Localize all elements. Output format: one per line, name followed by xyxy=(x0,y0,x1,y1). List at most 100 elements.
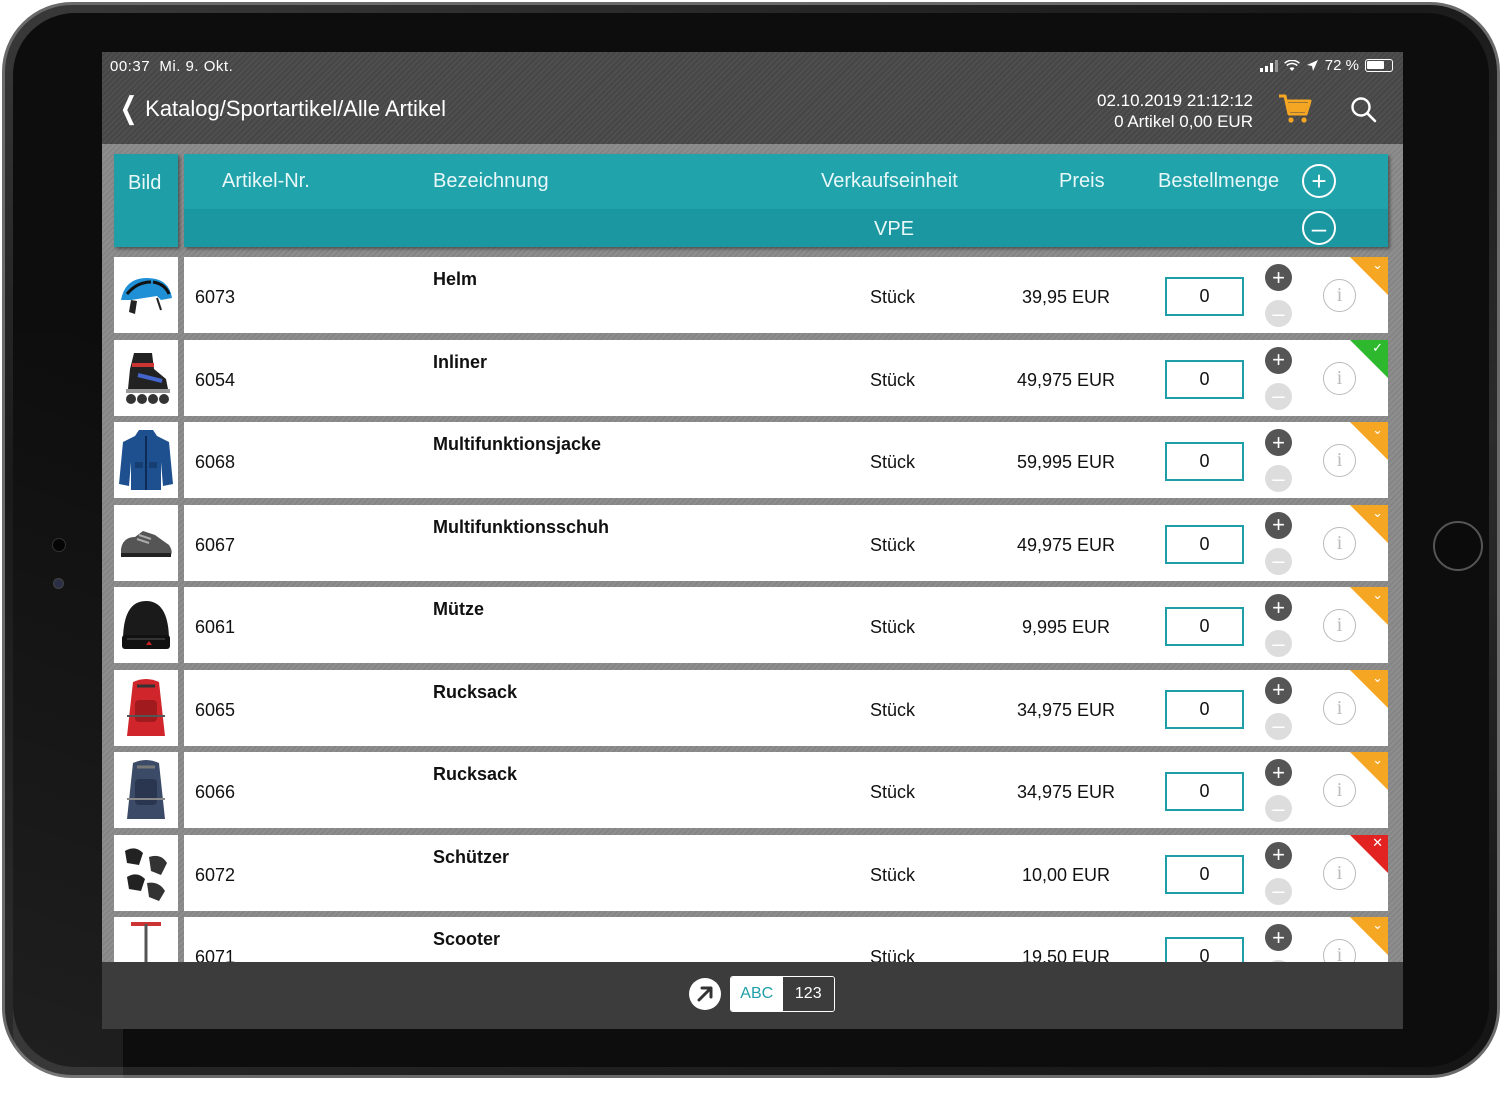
row-content: 6067 Multifunktionsschuh Stück 49,975 EUR 0 +… xyxy=(184,504,1388,581)
quantity-input[interactable]: 0 xyxy=(1165,607,1244,646)
decrease-button[interactable]: – xyxy=(1265,465,1292,492)
wifi-icon xyxy=(1283,59,1300,71)
row-content: 6073 Helm Stück 39,95 EUR 0 + – i ⌄ xyxy=(184,257,1388,333)
sales-unit: Stück xyxy=(870,864,916,885)
quantity-input[interactable]: 0 xyxy=(1165,772,1244,811)
column-header-preis[interactable]: Preis xyxy=(1059,170,1105,193)
increase-button[interactable]: + xyxy=(1265,924,1292,951)
status-time: 00:37 Mi. 9. Okt. xyxy=(110,58,234,75)
column-header-bestellmenge[interactable]: Bestellmenge xyxy=(1158,170,1279,193)
location-icon xyxy=(1306,60,1318,71)
battery-icon xyxy=(1365,59,1393,72)
article-list-area: Bild Artikel-Nr. Bezeichnung Verkaufsein… xyxy=(102,144,1403,962)
quantity-input[interactable]: 0 xyxy=(1165,854,1244,894)
bottom-toolbar: ABC 123 xyxy=(102,962,1403,1029)
table-row[interactable]: 6068 Multifunktionsjacke Stück 59,995 EUR 0 +… xyxy=(102,422,1403,498)
home-button[interactable] xyxy=(1433,521,1483,571)
column-header-bezeichnung[interactable]: Bezeichnung xyxy=(433,170,549,193)
row-content: 6071ScooterStück19,50 EUR0+–i⌄ xyxy=(184,917,1388,962)
article-number: 6061 xyxy=(195,617,236,637)
price: 10,00 EUR xyxy=(1021,864,1111,885)
article-number: 6066 xyxy=(195,782,236,802)
decrease-button[interactable]: – xyxy=(1265,300,1292,327)
expand-all-button[interactable]: + xyxy=(1302,164,1336,198)
article-name: Schützer xyxy=(433,846,510,867)
front-camera xyxy=(52,538,66,552)
table-row[interactable]: 6073 Helm Stück 39,95 EUR 0 + – i ⌄ xyxy=(102,257,1403,333)
column-header-artikel-nr[interactable]: Artikel-Nr. xyxy=(222,170,310,193)
increase-button[interactable]: + xyxy=(1265,676,1292,704)
table-row[interactable]: 6071ScooterStück19,50 EUR0+–i⌄ xyxy=(102,917,1403,962)
article-number: 6067 xyxy=(195,534,236,555)
cart-icon[interactable] xyxy=(1277,90,1313,126)
row-content: 6061 Mütze Stück 9,995 EUR 0 + – i ⌄ xyxy=(184,587,1388,663)
increase-button[interactable]: + xyxy=(1265,594,1292,621)
table-row[interactable]: 6054 Inliner Stück 49,975 EUR 0 + – i ✓ xyxy=(102,339,1403,416)
decrease-button[interactable]: – xyxy=(1265,630,1292,657)
price: 9,995 EUR xyxy=(1021,617,1111,637)
row-content: 6065 Rucksack Stück 34,975 EUR 0 + – i ⌄ xyxy=(184,669,1388,746)
column-header-vpe[interactable]: VPE xyxy=(874,218,914,241)
article-name: Rucksack xyxy=(433,681,518,702)
article-number: 6065 xyxy=(195,699,236,720)
table-row[interactable]: 6072 Schützer Stück 10,00 EUR 0 + – i ✕ xyxy=(102,834,1403,911)
table-row[interactable]: 6065 Rucksack Stück 34,975 EUR 0 + – i ⌄ xyxy=(102,669,1403,746)
article-name: Helm xyxy=(433,269,478,289)
quantity-input[interactable]: 0 xyxy=(1165,359,1244,399)
decrease-button[interactable]: – xyxy=(1265,712,1292,740)
decrease-button[interactable]: – xyxy=(1265,547,1292,575)
plus-icon: + xyxy=(1272,924,1285,950)
quantity-input[interactable]: 0 xyxy=(1165,937,1244,962)
article-number: 6073 xyxy=(195,287,236,307)
row-content: 6072 Schützer Stück 10,00 EUR 0 + – i ✕ xyxy=(184,834,1388,911)
battery-percent: 72 % xyxy=(1324,57,1359,74)
jump-button[interactable] xyxy=(689,978,721,1010)
decrease-button[interactable]: – xyxy=(1265,877,1292,905)
decrease-button[interactable]: – xyxy=(1265,795,1292,822)
breadcrumb: Katalog/Sportartikel/Alle Artikel xyxy=(145,96,446,121)
table-row[interactable]: 6067 Multifunktionsschuh Stück 49,975 EUR 0 +… xyxy=(102,504,1403,581)
article-number: 6068 xyxy=(195,452,236,472)
cart-summary: 0 Artikel 0,00 EUR xyxy=(1114,112,1253,131)
increase-button[interactable]: + xyxy=(1265,346,1292,374)
article-name: Multifunktionsjacke xyxy=(433,434,602,454)
price: 19,50 EUR xyxy=(1021,947,1111,962)
plus-icon: + xyxy=(1272,264,1285,290)
chevron-down-icon: ⌄ xyxy=(1372,752,1383,767)
table-row[interactable]: 6061 Mütze Stück 9,995 EUR 0 + – i ⌄ xyxy=(102,587,1403,663)
table-row[interactable]: 6066 Rucksack Stück 34,975 EUR 0 + – i ⌄ xyxy=(102,752,1403,828)
sales-unit: Stück xyxy=(870,947,916,962)
product-image xyxy=(114,422,178,498)
row-content: 6066 Rucksack Stück 34,975 EUR 0 + – i ⌄ xyxy=(184,752,1388,828)
column-header-bild[interactable]: Bild xyxy=(114,154,178,247)
increase-button[interactable]: + xyxy=(1265,511,1292,539)
sales-unit: Stück xyxy=(870,617,916,637)
arrow-up-right-icon xyxy=(697,986,713,1002)
row-content: 6068 Multifunktionsjacke Stück 59,995 EUR 0 +… xyxy=(184,422,1388,498)
search-icon[interactable] xyxy=(1350,96,1378,124)
back-button[interactable]: ❮ Katalog/Sportartikel/Alle Artikel xyxy=(116,94,446,124)
increase-button[interactable]: + xyxy=(1265,264,1292,291)
abc-toggle[interactable]: ABC xyxy=(731,977,783,1011)
quantity-input[interactable]: 0 xyxy=(1165,442,1244,481)
increase-button[interactable]: + xyxy=(1265,429,1292,456)
quantity-input[interactable]: 0 xyxy=(1165,689,1244,729)
plus-icon: + xyxy=(1272,842,1285,867)
product-image xyxy=(114,669,178,746)
product-image xyxy=(114,917,178,962)
increase-button[interactable]: + xyxy=(1265,759,1292,786)
collapse-all-button[interactable]: – xyxy=(1302,211,1336,245)
decrease-button[interactable]: – xyxy=(1265,382,1292,410)
num-toggle[interactable]: 123 xyxy=(782,977,834,1011)
price: 59,995 EUR xyxy=(1016,452,1116,472)
product-image xyxy=(114,504,178,581)
plus-icon: + xyxy=(1272,759,1285,785)
plus-icon: + xyxy=(1272,429,1285,455)
quantity-input[interactable]: 0 xyxy=(1165,524,1244,564)
quantity-input[interactable]: 0 xyxy=(1165,277,1244,316)
column-header-verkaufseinheit[interactable]: Verkaufseinheit xyxy=(821,170,958,193)
minus-icon: – xyxy=(1272,465,1285,491)
increase-button[interactable]: + xyxy=(1265,841,1292,869)
minus-icon: – xyxy=(1272,878,1285,903)
row-content: 6054 Inliner Stück 49,975 EUR 0 + – i ✓ xyxy=(184,339,1388,416)
